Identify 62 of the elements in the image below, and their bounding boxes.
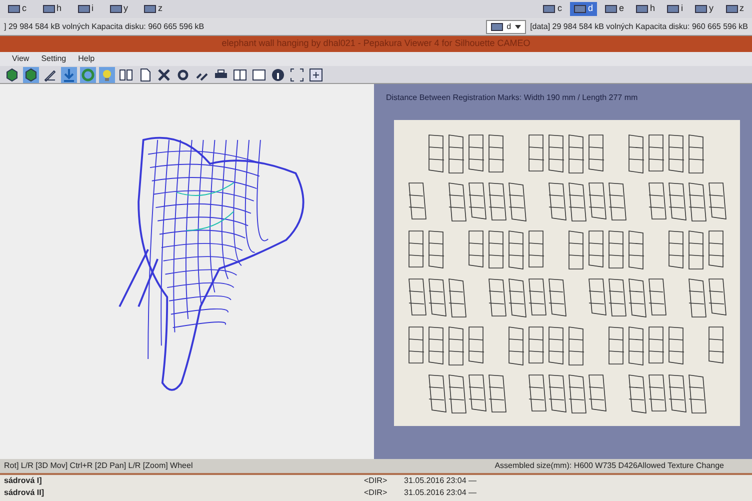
drive-icon xyxy=(490,22,503,30)
info-icon xyxy=(271,68,285,82)
toolbar-button[interactable] xyxy=(156,66,172,82)
drive-icon xyxy=(144,5,156,13)
drive-button[interactable]: z xyxy=(722,2,748,16)
caret-icon xyxy=(515,24,522,28)
drive-icon xyxy=(574,5,586,13)
file-date: 31.05.2016 23:04 — xyxy=(404,487,477,499)
drive-button[interactable]: i xyxy=(663,2,687,16)
drive-button[interactable]: h xyxy=(38,2,66,16)
drive-icon xyxy=(695,5,707,13)
drive-icon xyxy=(8,5,20,13)
menu-item[interactable]: View xyxy=(12,53,30,65)
drive-icon xyxy=(667,5,679,13)
toolbar-button[interactable] xyxy=(23,66,39,82)
drive-icon xyxy=(110,5,122,13)
drive-select[interactable]: d xyxy=(486,20,526,34)
drive-icon xyxy=(726,5,738,13)
toolbar-button[interactable] xyxy=(118,66,134,82)
drive-button[interactable]: h xyxy=(632,2,659,16)
drive-button[interactable]: y xyxy=(691,2,718,16)
drive-button[interactable]: c xyxy=(539,2,566,16)
file-type: <DIR> xyxy=(364,487,388,499)
pen-icon xyxy=(43,68,57,82)
assembled-size: Assembled size(mm): H600 W735 D426Allowed Texture Change xyxy=(494,460,725,472)
toolbar-button[interactable] xyxy=(4,66,20,82)
drive-button[interactable]: c xyxy=(4,2,30,16)
file-type: <DIR> xyxy=(364,475,388,487)
folder-name: sádrová II] xyxy=(4,487,46,499)
drive-icon xyxy=(604,5,617,13)
menu-item[interactable]: Help xyxy=(78,53,95,65)
mouse-hint: Rot] L/R [3D Mov] Ctrl+R [2D Pan] L/R [Zoom] Wheel xyxy=(4,460,193,472)
toolbar-button[interactable] xyxy=(289,66,305,82)
cross-icon xyxy=(157,68,171,82)
drive-icon xyxy=(42,5,54,13)
drive-button[interactable]: d xyxy=(570,2,597,16)
drive-button[interactable]: y xyxy=(106,2,132,16)
menu-item[interactable]: Setting xyxy=(41,53,66,65)
toolbar-button[interactable] xyxy=(251,66,267,82)
download-icon xyxy=(62,68,76,82)
drive-icon xyxy=(78,5,90,13)
window-icon xyxy=(252,68,266,82)
file-date: 31.05.2016 23:04 — xyxy=(404,475,477,487)
bulb-icon xyxy=(100,68,114,82)
folder-name: sádrová I] xyxy=(4,475,43,487)
window-title: elephant wall hanging by dhal021 - Pepakura Viewer 4 for Silhouette CAMEO xyxy=(222,37,530,50)
disk-info: ] 29 984 584 kB volných Kapacita disku: 960 665 596 kB xyxy=(4,20,204,32)
drive-letter: d xyxy=(506,20,512,32)
book-icon xyxy=(119,68,133,82)
drive-icon xyxy=(636,5,648,13)
fit-icon xyxy=(290,68,304,82)
columns-icon xyxy=(233,68,247,82)
toolbar-button[interactable] xyxy=(270,66,286,82)
drive-button[interactable]: i xyxy=(74,2,98,16)
registration-distance: Distance Between Registration Marks: Width 190 mm / Length 277 mm xyxy=(386,92,639,104)
disk-info: [data] 29 984 584 kB volných Kapacita disku: 960 665 596 kB xyxy=(530,20,748,32)
toolbar-button[interactable] xyxy=(308,66,324,82)
drive-icon xyxy=(543,5,556,13)
drive-button[interactable]: e xyxy=(600,2,628,16)
zoom-icon xyxy=(309,68,323,82)
toolbar-button[interactable] xyxy=(232,66,248,82)
drive-button[interactable]: z xyxy=(140,2,167,16)
